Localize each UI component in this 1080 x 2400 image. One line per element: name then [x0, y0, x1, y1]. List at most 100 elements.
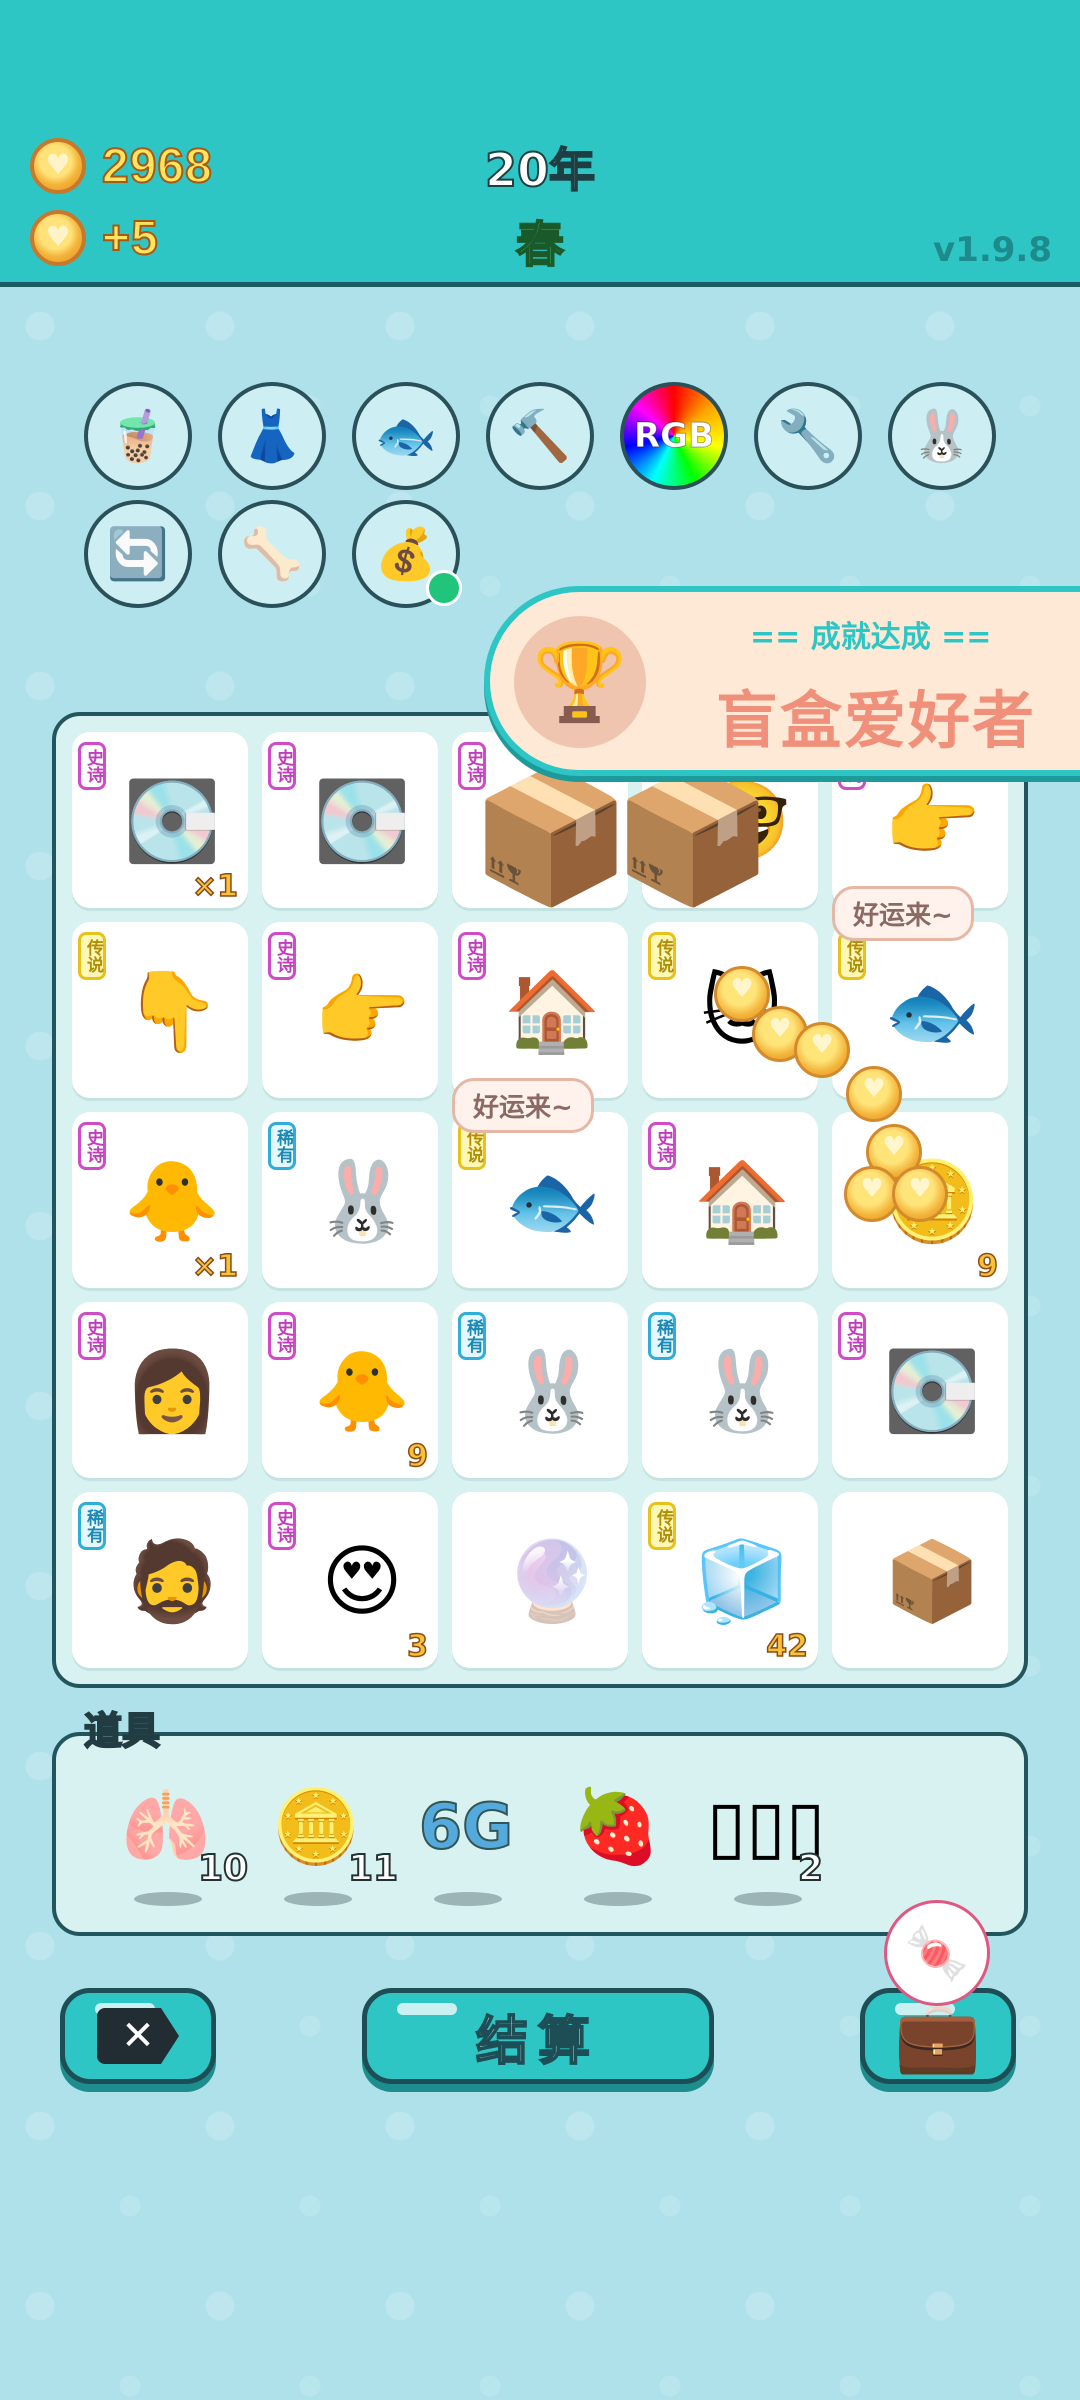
board-cell-rabbit[interactable]: 稀有 🐰 [262, 1112, 438, 1288]
item-shadow [134, 1892, 202, 1906]
rabbit-house-icon: 🏠 [503, 966, 601, 1057]
pointing-hand-icon: 👉 [313, 966, 411, 1057]
board-cell-graphics-card[interactable]: 史诗 💽 ×1 [72, 732, 248, 908]
board-cell-rabbit-house[interactable]: 史诗 🏠 [642, 1112, 818, 1288]
item-count: ×1 [191, 868, 239, 905]
board-cell-fridge[interactable]: 传说 🧊 42 [642, 1492, 818, 1668]
sack-icon-glyph: 💰 [374, 524, 438, 583]
bubble-tea-icon[interactable]: 🧋 [84, 382, 192, 490]
glass-ball-icon: 🔮 [503, 1536, 601, 1627]
falling-boxes: 📦📦 [470, 760, 774, 913]
version-label: v1.9.8 [933, 230, 1052, 270]
rabbit-house-icon: 🏠 [693, 1156, 791, 1247]
item-count: 42 [766, 1628, 809, 1665]
liver-icon[interactable]: 🫁 10 [106, 1776, 249, 1916]
box-icon: 📦 [470, 760, 632, 912]
pointing-down-hand-icon: 👇 [123, 966, 221, 1057]
battery-cells-icon[interactable]: ▯▯▯ 2 [706, 1776, 846, 1916]
hammer-icon[interactable]: 🔨 [486, 382, 594, 490]
dollar-coin-icon[interactable]: 🪙 11 [256, 1776, 399, 1916]
board-cell-rabbit[interactable]: 稀有 🐰 [452, 1302, 628, 1478]
season-label: 春 [515, 216, 565, 274]
rabbit-icon-glyph: 🐰 [910, 406, 974, 465]
board-cell-rabbit-house[interactable]: 史诗 🏠 [452, 922, 628, 1098]
fish-tank-icon-glyph: 🐟 [374, 406, 438, 465]
item-count: 9 [976, 1248, 998, 1285]
hammer-icon-glyph: 🔨 [508, 406, 572, 465]
koi-fish-icon: 🐟 [503, 1156, 601, 1247]
items-label: 道具 [83, 1708, 161, 1754]
flying-coin [892, 1166, 948, 1222]
achievement-header: == 成就达成 == [750, 620, 992, 655]
koi-fish-icon: 🐟 [883, 966, 981, 1057]
pet-food-bowl-icon-glyph: 🦴 [240, 524, 304, 583]
item-quantity: 11 [347, 1847, 399, 1890]
rabbit-icon: 🐰 [313, 1156, 411, 1247]
board-cell-heart-eyes-chick[interactable]: 史诗 😍 3 [262, 1492, 438, 1668]
board-cell-koi-fish[interactable]: 传说 🐟 [452, 1112, 628, 1288]
close-button[interactable]: ✕ [60, 1988, 216, 2084]
air-pump-icon[interactable]: 🔧 [754, 382, 862, 490]
fish-tank-icon[interactable]: 🐟 [352, 382, 460, 490]
board-cell-cardboard-box[interactable]: 📦 [832, 1492, 1008, 1668]
bubble-tea-icon-glyph: 🧋 [106, 406, 170, 465]
settle-label: 结算 [475, 2011, 600, 2073]
gumball-mascot-icon: 🍬 [884, 1900, 990, 2006]
flying-coin [846, 1066, 902, 1122]
item-count: 9 [406, 1438, 428, 1475]
board-cell-glass-ball[interactable]: 🔮 [452, 1492, 628, 1668]
button-shine [397, 2003, 457, 2015]
item-count: ×1 [191, 1248, 239, 1285]
rgb-icon[interactable]: RGB [620, 382, 728, 490]
item-shadow [584, 1892, 652, 1906]
speech-bubble: 好运来~ [452, 1078, 594, 1133]
board-cell-graphics-card[interactable]: 史诗 💽 [262, 732, 438, 908]
trophy-icon: 🏆 [514, 616, 646, 748]
board-cell-chick-face[interactable]: 史诗 🐥 ×1 [72, 1112, 248, 1288]
refresh-icon-glyph: 🔄 [106, 524, 170, 583]
sack-icon[interactable]: 💰 [352, 500, 462, 608]
achievement-popup[interactable]: 🏆 == 成就达成 == 盲盒爱好者 [484, 586, 1080, 776]
skirt-icon-glyph: 👗 [240, 406, 304, 465]
board-cell-chick-face[interactable]: 史诗 🐥 9 [262, 1302, 438, 1478]
pet-food-bowl-icon[interactable]: 🦴 [218, 500, 326, 608]
board-cell-pointing-hand[interactable]: 史诗👉 [262, 922, 438, 1098]
rabbit-icon[interactable]: 🐰 [888, 382, 996, 490]
box-icon: 📦 [611, 760, 774, 912]
hat-man-face-icon: 🧔 [123, 1536, 221, 1627]
board-cell-rabbit[interactable]: 稀有 🐰 [642, 1302, 818, 1478]
6g-glyph: 6G [418, 1789, 514, 1864]
achievement-title: 盲盒爱好者 [716, 684, 1037, 757]
items-panel: 🫁 10 🪙 11 6G 🍓 ▯▯▯ 2 [52, 1732, 1028, 1936]
skirt-icon[interactable]: 👗 [218, 382, 326, 490]
top-bar: 2968 +5 20年 春 v1.9.8 [0, 0, 1080, 287]
refresh-icon[interactable]: 🔄 [84, 500, 192, 608]
year-label: 20年 [484, 142, 596, 198]
flying-coin [794, 1022, 850, 1078]
air-pump-icon-glyph: 🔧 [776, 406, 840, 465]
board-cell-pointing-down-hand[interactable]: 传说 👇 [72, 922, 248, 1098]
graphics-card-icon: 💽 [313, 776, 411, 867]
strawberry-glyph: 🍓 [571, 1783, 661, 1868]
new-indicator-dot [426, 570, 462, 606]
item-quantity: 10 [197, 1847, 249, 1890]
item-shadow [434, 1892, 502, 1906]
speech-bubble: 好运来~ [832, 886, 974, 941]
item-quantity: 2 [797, 1847, 824, 1890]
graphics-card-icon: 💽 [883, 1346, 981, 1437]
strawberry-icon[interactable]: 🍓 [556, 1776, 696, 1916]
board-cell-hat-man-face[interactable]: 稀有 🧔 [72, 1492, 248, 1668]
cardboard-box-icon: 📦 [883, 1536, 981, 1627]
girl-face-icon: 👩 [123, 1346, 221, 1437]
6g-icon[interactable]: 6G [406, 1776, 546, 1916]
item-shadow [284, 1892, 352, 1906]
close-icon: ✕ [97, 2008, 179, 2064]
settle-button[interactable]: 结算 [362, 1988, 714, 2084]
board-cell-girl-face[interactable]: 史诗 👩 [72, 1302, 248, 1478]
rabbit-icon: 🐰 [693, 1346, 791, 1437]
rabbit-icon: 🐰 [503, 1346, 601, 1437]
board-cell-graphics-card[interactable]: 史诗 💽 [832, 1302, 1008, 1478]
item-shadow [734, 1892, 802, 1906]
rgb-icon-glyph: RGB [633, 416, 714, 457]
item-count: 3 [406, 1628, 428, 1665]
